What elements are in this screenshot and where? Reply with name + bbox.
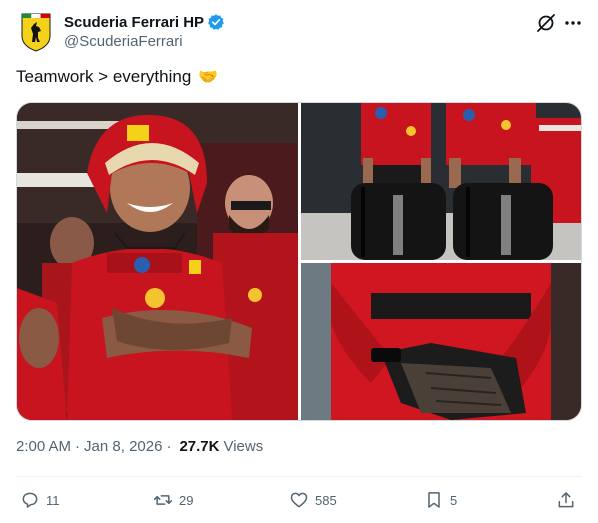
tweet-time[interactable]: 2:00 AM bbox=[16, 438, 71, 455]
photo-mechanic-helmet[interactable] bbox=[17, 103, 298, 420]
handshake-emoji-icon: 🤝 bbox=[198, 69, 218, 86]
tweet-meta: 2:00 AM · Jan 8, 2026 · 27.7K Views bbox=[16, 438, 263, 455]
retweet-icon bbox=[153, 495, 173, 505]
bookmark-count: 5 bbox=[450, 492, 458, 508]
tweet-text-body: Teamwork > everything bbox=[16, 67, 192, 86]
heart-icon bbox=[290, 492, 308, 508]
photo-gloved-hands[interactable] bbox=[301, 263, 581, 420]
divider bbox=[16, 476, 582, 477]
retweet-button[interactable]: 29 bbox=[153, 486, 193, 514]
views-count: 27.7K bbox=[179, 438, 220, 455]
meta-separator: · bbox=[75, 438, 81, 455]
grok-icon[interactable] bbox=[535, 12, 557, 34]
author-display-name[interactable]: Scuderia Ferrari HP bbox=[64, 14, 204, 31]
views-label: Views bbox=[223, 438, 264, 455]
author-handle[interactable]: @ScuderiaFerrari bbox=[64, 33, 183, 50]
like-button[interactable]: 585 bbox=[289, 486, 337, 514]
more-options-icon[interactable] bbox=[562, 12, 584, 34]
share-icon bbox=[558, 492, 574, 508]
bookmark-icon bbox=[428, 492, 440, 508]
avatar[interactable] bbox=[16, 12, 56, 52]
reply-count: 11 bbox=[46, 492, 60, 508]
photo-crew-tyres[interactable] bbox=[301, 103, 581, 260]
media-grid bbox=[16, 102, 582, 421]
reply-icon bbox=[22, 492, 38, 508]
reply-button[interactable]: 11 bbox=[20, 486, 60, 514]
share-button[interactable] bbox=[556, 486, 576, 514]
meta-separator: · bbox=[166, 438, 172, 455]
tweet-card[interactable]: Scuderia Ferrari HP @ScuderiaFerrari Tea… bbox=[0, 0, 598, 523]
bookmark-button[interactable]: 5 bbox=[424, 486, 457, 514]
verified-badge-icon bbox=[208, 14, 224, 30]
ferrari-shield-logo-icon bbox=[21, 13, 51, 52]
action-bar: 11 29 585 5 bbox=[0, 486, 598, 514]
tweet-date[interactable]: Jan 8, 2026 bbox=[84, 438, 162, 455]
like-count: 585 bbox=[315, 492, 337, 508]
tweet-text: Teamwork > everything 🤝 bbox=[16, 66, 218, 89]
retweet-count: 29 bbox=[179, 492, 194, 508]
